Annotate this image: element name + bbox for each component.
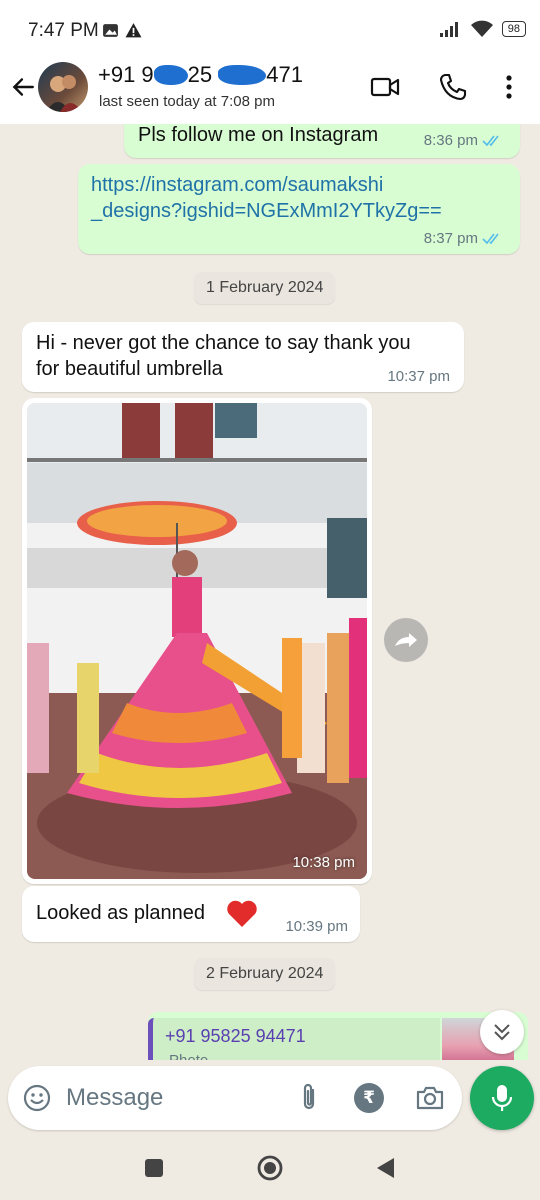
recents-square-icon[interactable]: [140, 1154, 168, 1182]
forward-icon: [395, 633, 417, 647]
chat-header: +91 9 25 471 last seen today at 7:08 pm: [0, 50, 540, 124]
outgoing-reply-message[interactable]: +91 95825 94471 Photo: [148, 1012, 528, 1060]
attachment-icon[interactable]: [294, 1082, 324, 1114]
back-arrow-icon[interactable]: [10, 74, 36, 100]
quoted-photo-label: Photo: [169, 1052, 208, 1060]
system-navigation-bar: [0, 1136, 540, 1200]
contact-avatar[interactable]: [38, 62, 88, 112]
photo[interactable]: 10:38 pm: [27, 403, 367, 879]
warning-icon: [125, 23, 142, 38]
back-triangle-icon[interactable]: [372, 1154, 400, 1182]
photo-image: [27, 403, 367, 879]
read-ticks-icon: [482, 135, 499, 146]
emoji-icon[interactable]: [22, 1083, 52, 1113]
status-time: 7:47 PM: [28, 20, 99, 41]
read-ticks-icon: [482, 233, 499, 244]
incoming-message[interactable]: Looked as planned 10:39 pm: [22, 886, 360, 942]
avatar-photo: [46, 75, 82, 112]
more-options-icon[interactable]: [494, 72, 524, 102]
message-meta: 8:37 pm: [424, 230, 504, 247]
quoted-sender: +91 95825 94471: [165, 1026, 306, 1046]
outgoing-message[interactable]: Pls follow me on Instagram 8:36 pm: [124, 124, 520, 158]
home-circle-icon[interactable]: [256, 1154, 284, 1182]
signal-icon: [439, 22, 458, 37]
scroll-to-bottom-button[interactable]: [480, 1010, 524, 1054]
message-composer: ₹: [8, 1066, 462, 1130]
mic-icon: [491, 1085, 513, 1111]
quoted-message[interactable]: +91 95825 94471 Photo: [148, 1018, 440, 1060]
double-chevron-down-icon: [494, 1024, 510, 1041]
contact-name-suffix: 471: [266, 62, 303, 87]
link-text-line-1[interactable]: https://instagram.com/saumakshi: [91, 172, 383, 198]
redaction-mark: [218, 65, 267, 85]
redaction-mark: [153, 65, 188, 85]
message-time: 8:36 pm: [423, 132, 478, 149]
message-time: 10:39 pm: [285, 918, 348, 935]
wifi-icon: [470, 20, 493, 37]
gallery-notification-icon: [103, 24, 118, 37]
message-meta: 8:36 pm: [424, 132, 504, 149]
outgoing-link-message[interactable]: https://instagram.com/saumakshi _designs…: [78, 164, 520, 254]
video-call-icon[interactable]: [370, 72, 400, 102]
contact-name-mid: 25: [187, 62, 213, 87]
voice-message-button[interactable]: [470, 1066, 534, 1130]
photo-time: 10:38 pm: [292, 854, 355, 871]
camera-icon[interactable]: [414, 1083, 446, 1113]
message-text-line-2: for beautiful umbrella: [36, 358, 223, 380]
status-notification-icons: [102, 22, 142, 39]
incoming-photo-message[interactable]: 10:38 pm: [22, 398, 372, 884]
message-text-line-1: Hi - never got the chance to say thank y…: [36, 332, 411, 354]
battery-indicator: 98: [501, 21, 526, 37]
message-text: Looked as planned: [36, 902, 206, 924]
message-text: Pls follow me on Instagram: [138, 124, 379, 146]
message-time: 10:37 pm: [387, 368, 450, 385]
last-seen-status: last seen today at 7:08 pm: [99, 93, 275, 110]
payment-rupee-icon[interactable]: ₹: [354, 1083, 384, 1113]
heart-emoji-icon: [227, 900, 257, 927]
incoming-message[interactable]: Hi - never got the chance to say thank y…: [22, 322, 464, 392]
status-system-icons: 98: [438, 20, 526, 38]
message-input[interactable]: [66, 1080, 286, 1116]
link-text-line-2[interactable]: _designs?igshid=NGExMmI2YTkyZg==: [91, 198, 442, 224]
date-separator: 2 February 2024: [194, 958, 336, 990]
message-time: 8:37 pm: [423, 230, 478, 247]
date-separator: 1 February 2024: [194, 272, 336, 304]
chat-area[interactable]: Pls follow me on Instagram 8:36 pm https…: [0, 124, 540, 1060]
contact-name-prefix: +91 9: [98, 62, 154, 87]
voice-call-icon[interactable]: [438, 72, 468, 102]
forward-button[interactable]: [384, 618, 428, 662]
contact-name[interactable]: +91 9 25 471: [98, 62, 303, 88]
